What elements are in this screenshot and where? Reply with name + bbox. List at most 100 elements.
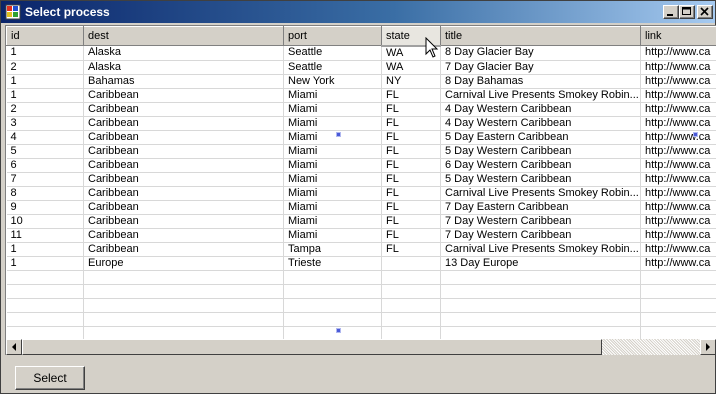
column-header-port[interactable]: port: [283, 26, 382, 46]
cell-state[interactable]: NY: [381, 74, 441, 89]
cell-dest[interactable]: Caribbean: [83, 214, 284, 229]
cell-dest[interactable]: Bahamas: [83, 74, 284, 89]
cell-port[interactable]: Tampa: [283, 242, 382, 257]
cell-id[interactable]: 1: [6, 45, 84, 61]
cell-id[interactable]: 3: [6, 116, 84, 131]
cell-id[interactable]: 9: [6, 200, 84, 215]
cell-id[interactable]: 10: [6, 214, 84, 229]
cell-port[interactable]: Miami: [283, 88, 382, 103]
cell-port[interactable]: New York: [283, 74, 382, 89]
column-header-id[interactable]: id: [6, 26, 84, 46]
cell-dest[interactable]: Caribbean: [83, 102, 284, 117]
cell-state[interactable]: FL: [381, 228, 441, 243]
cell-link[interactable]: http://www.ca: [640, 228, 716, 243]
cell-link[interactable]: http://www.ca: [640, 130, 716, 145]
cell-id[interactable]: 11: [6, 228, 84, 243]
scroll-track[interactable]: [602, 339, 700, 355]
table-row[interactable]: 7 Caribbean Miami FL 5 Day Western Caribbean…: [6, 172, 716, 187]
cell-title[interactable]: 8 Day Bahamas: [440, 74, 641, 89]
cell-port[interactable]: Miami: [283, 102, 382, 117]
cell-title[interactable]: 5 Day Western Caribbean: [440, 144, 641, 159]
cell-dest[interactable]: Caribbean: [83, 116, 284, 131]
close-button[interactable]: [697, 5, 713, 19]
horizontal-scrollbar[interactable]: [6, 339, 716, 355]
cell-id[interactable]: 4: [6, 130, 84, 145]
table-row[interactable]: 4 Caribbean Miami FL 5 Day Eastern Caribbean…: [6, 130, 716, 145]
table-row[interactable]: 2 Alaska Seattle WA 7 Day Glacier Bay http://…: [6, 60, 716, 75]
scroll-left-button[interactable]: [6, 339, 22, 355]
table-row[interactable]: 1 Caribbean Tampa FL Carnival Live Presents …: [6, 242, 716, 257]
cell-port[interactable]: Miami: [283, 130, 382, 145]
cell-link[interactable]: http://www.ca: [640, 116, 716, 131]
title-bar[interactable]: Select process: [1, 1, 715, 23]
cell-link[interactable]: http://www.ca: [640, 74, 716, 89]
cell-state[interactable]: FL: [381, 200, 441, 215]
table-row[interactable]: 3 Caribbean Miami FL 4 Day Western Caribbean…: [6, 116, 716, 131]
cell-dest[interactable]: Caribbean: [83, 242, 284, 257]
cell-title[interactable]: 7 Day Eastern Caribbean: [440, 200, 641, 215]
cell-link[interactable]: http://www.ca: [640, 158, 716, 173]
cell-dest[interactable]: Caribbean: [83, 200, 284, 215]
cell-dest[interactable]: Caribbean: [83, 130, 284, 145]
cell-id[interactable]: 1: [6, 256, 84, 271]
cell-state[interactable]: FL: [381, 144, 441, 159]
cell-state[interactable]: FL: [381, 116, 441, 131]
cell-id[interactable]: 1: [6, 88, 84, 103]
cell-state[interactable]: WA: [381, 60, 441, 75]
column-header-link[interactable]: link: [640, 26, 716, 46]
cell-link[interactable]: http://www.ca: [640, 60, 716, 75]
cell-dest[interactable]: Caribbean: [83, 186, 284, 201]
cell-dest[interactable]: Caribbean: [83, 172, 284, 187]
table-row[interactable]: 1 Alaska Seattle WA 8 Day Glacier Bay http://…: [6, 45, 716, 61]
cell-title[interactable]: 13 Day Europe: [440, 256, 641, 271]
cell-id[interactable]: 1: [6, 74, 84, 89]
cell-link[interactable]: http://www.ca: [640, 256, 716, 271]
cell-title[interactable]: 7 Day Western Caribbean: [440, 228, 641, 243]
scroll-right-button[interactable]: [700, 339, 716, 355]
table-row[interactable]: 1 Europe Trieste 13 Day Europe http://www.ca: [6, 256, 716, 271]
cell-link[interactable]: http://www.ca: [640, 242, 716, 257]
cell-title[interactable]: 8 Day Glacier Bay: [440, 45, 641, 61]
maximize-button[interactable]: [679, 5, 695, 19]
cell-port[interactable]: Miami: [283, 214, 382, 229]
cell-dest[interactable]: Caribbean: [83, 144, 284, 159]
table-row[interactable]: 8 Caribbean Miami FL Carnival Live Presents …: [6, 186, 716, 201]
cell-state[interactable]: FL: [381, 186, 441, 201]
cell-id[interactable]: 6: [6, 158, 84, 173]
table-row[interactable]: 1 Bahamas New York NY 8 Day Bahamas http://ww…: [6, 74, 716, 89]
cell-title[interactable]: 4 Day Western Caribbean: [440, 116, 641, 131]
cell-state[interactable]: FL: [381, 130, 441, 145]
table-row[interactable]: 5 Caribbean Miami FL 5 Day Western Caribbean…: [6, 144, 716, 159]
cell-id[interactable]: 2: [6, 102, 84, 117]
cell-port[interactable]: Seattle: [283, 60, 382, 75]
minimize-button[interactable]: [663, 5, 679, 19]
cell-link[interactable]: http://www.ca: [640, 144, 716, 159]
cell-title[interactable]: 7 Day Western Caribbean: [440, 214, 641, 229]
cell-state[interactable]: FL: [381, 214, 441, 229]
cell-link[interactable]: http://www.ca: [640, 88, 716, 103]
cell-id[interactable]: 5: [6, 144, 84, 159]
cell-id[interactable]: 8: [6, 186, 84, 201]
table-row[interactable]: 1 Caribbean Miami FL Carnival Live Presents …: [6, 88, 716, 103]
cell-state[interactable]: FL: [381, 88, 441, 103]
cell-port[interactable]: Seattle: [283, 45, 382, 61]
cell-link[interactable]: http://www.ca: [640, 200, 716, 215]
cell-title[interactable]: Carnival Live Presents Smokey Robin...: [440, 186, 641, 201]
cell-dest[interactable]: Caribbean: [83, 88, 284, 103]
table-row[interactable]: 11 Caribbean Miami FL 7 Day Western Caribbea…: [6, 228, 716, 243]
cell-title[interactable]: 4 Day Western Caribbean: [440, 102, 641, 117]
cell-link[interactable]: http://www.ca: [640, 102, 716, 117]
cell-dest[interactable]: Caribbean: [83, 158, 284, 173]
cell-port[interactable]: Trieste: [283, 256, 382, 271]
cell-id[interactable]: 2: [6, 60, 84, 75]
process-grid[interactable]: id dest port state title link 1 Alaska Sea…: [5, 25, 716, 355]
column-header-dest[interactable]: dest: [83, 26, 284, 46]
cell-port[interactable]: Miami: [283, 200, 382, 215]
cell-dest[interactable]: Europe: [83, 256, 284, 271]
cell-state[interactable]: [381, 256, 441, 271]
cell-port[interactable]: Miami: [283, 228, 382, 243]
cell-state[interactable]: FL: [381, 172, 441, 187]
column-header-title[interactable]: title: [440, 26, 641, 46]
cell-link[interactable]: http://www.ca: [640, 172, 716, 187]
cell-port[interactable]: Miami: [283, 172, 382, 187]
